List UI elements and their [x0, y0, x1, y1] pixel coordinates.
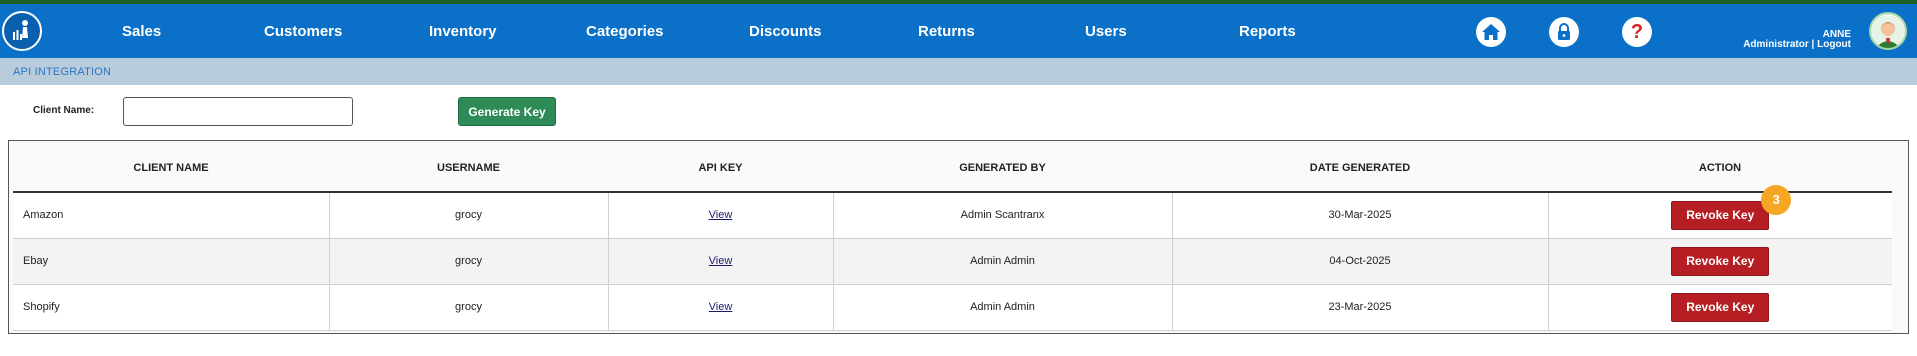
header-client-name: CLIENT NAME [13, 144, 329, 193]
api-keys-table-container: CLIENT NAME USERNAME API KEY GENERATED B… [8, 140, 1909, 334]
view-key-link[interactable]: View [709, 255, 733, 267]
client-name-label: Client Name: [33, 105, 95, 116]
header-generated-by: GENERATED BY [833, 144, 1172, 193]
cell-api-key: View [608, 238, 834, 285]
nav-inventory[interactable]: Inventory [429, 23, 497, 40]
header-username: USERNAME [329, 144, 608, 193]
nav-sales[interactable]: Sales [122, 23, 161, 40]
home-button[interactable] [1476, 17, 1506, 47]
header-date-generated: DATE GENERATED [1172, 144, 1548, 193]
generate-key-button[interactable]: Generate Key [458, 97, 556, 126]
top-navbar: Sales Customers Inventory Categories Dis… [0, 4, 1917, 58]
cell-generated-by: Admin Admin [833, 284, 1173, 331]
cell-client-name: Amazon [13, 192, 330, 239]
user-separator: | [1811, 39, 1815, 50]
table-row: Amazon grocy View Admin Scantranx 30-Mar… [13, 184, 1892, 239]
cell-api-key: View [608, 192, 834, 239]
header-api-key: API KEY [608, 144, 833, 193]
cell-username: grocy [329, 284, 609, 331]
user-role: Administrator [1743, 39, 1809, 50]
api-keys-table: CLIENT NAME USERNAME API KEY GENERATED B… [13, 144, 1892, 331]
nav-customers[interactable]: Customers [264, 23, 342, 40]
help-button[interactable]: ? [1622, 17, 1652, 47]
cell-action: Revoke Key [1548, 284, 1892, 331]
revoke-key-button[interactable]: Revoke Key [1671, 246, 1770, 276]
cell-username: grocy [329, 238, 609, 285]
cell-action: Revoke Key 3 [1548, 184, 1892, 239]
app-logo[interactable] [2, 11, 42, 51]
avatar[interactable] [1869, 12, 1907, 50]
revoke-key-button[interactable]: Revoke Key [1671, 200, 1770, 230]
section-title: API INTEGRATION [13, 66, 112, 78]
cell-date-generated: 23-Mar-2025 [1172, 284, 1549, 331]
view-key-link[interactable]: View [709, 301, 733, 313]
section-header: API INTEGRATION [0, 58, 1917, 85]
revoke-wrap: Revoke Key 3 [1671, 184, 1792, 230]
user-role-line: Administrator | Logout [1743, 39, 1851, 50]
cell-client-name: Shopify [13, 284, 330, 331]
revoke-key-button[interactable]: Revoke Key [1671, 292, 1770, 322]
logo-icon [13, 20, 28, 40]
cell-generated-by: Admin Admin [833, 238, 1173, 285]
revoke-wrap: Revoke Key [1671, 246, 1770, 276]
cell-client-name: Ebay [13, 238, 330, 285]
help-icon: ? [1630, 21, 1644, 43]
avatar-icon [1876, 22, 1900, 48]
home-icon [1482, 24, 1500, 40]
logout-link[interactable]: Logout [1817, 39, 1851, 50]
cell-action: Revoke Key [1548, 238, 1892, 285]
header-action: ACTION [1548, 144, 1892, 193]
nav-reports[interactable]: Reports [1239, 23, 1296, 40]
notification-badge: 3 [1761, 184, 1792, 215]
table-row: Ebay grocy View Admin Admin 04-Oct-2025 … [13, 238, 1892, 285]
cell-api-key: View [608, 284, 834, 331]
cell-username: grocy [329, 192, 609, 239]
nav-discounts[interactable]: Discounts [749, 23, 822, 40]
table-row: Shopify grocy View Admin Admin 23-Mar-20… [13, 284, 1892, 331]
client-name-input[interactable] [123, 97, 353, 126]
nav-returns[interactable]: Returns [918, 23, 975, 40]
nav-categories[interactable]: Categories [586, 23, 664, 40]
cell-generated-by: Admin Scantranx [833, 192, 1173, 239]
nav-users[interactable]: Users [1085, 23, 1127, 40]
revoke-wrap: Revoke Key [1671, 292, 1770, 322]
lock-button[interactable] [1549, 17, 1579, 47]
cell-date-generated: 04-Oct-2025 [1172, 238, 1549, 285]
view-key-link[interactable]: View [709, 209, 733, 221]
cell-date-generated: 30-Mar-2025 [1172, 192, 1549, 239]
table-header-row: CLIENT NAME USERNAME API KEY GENERATED B… [13, 144, 1892, 193]
lock-icon [1558, 23, 1570, 40]
